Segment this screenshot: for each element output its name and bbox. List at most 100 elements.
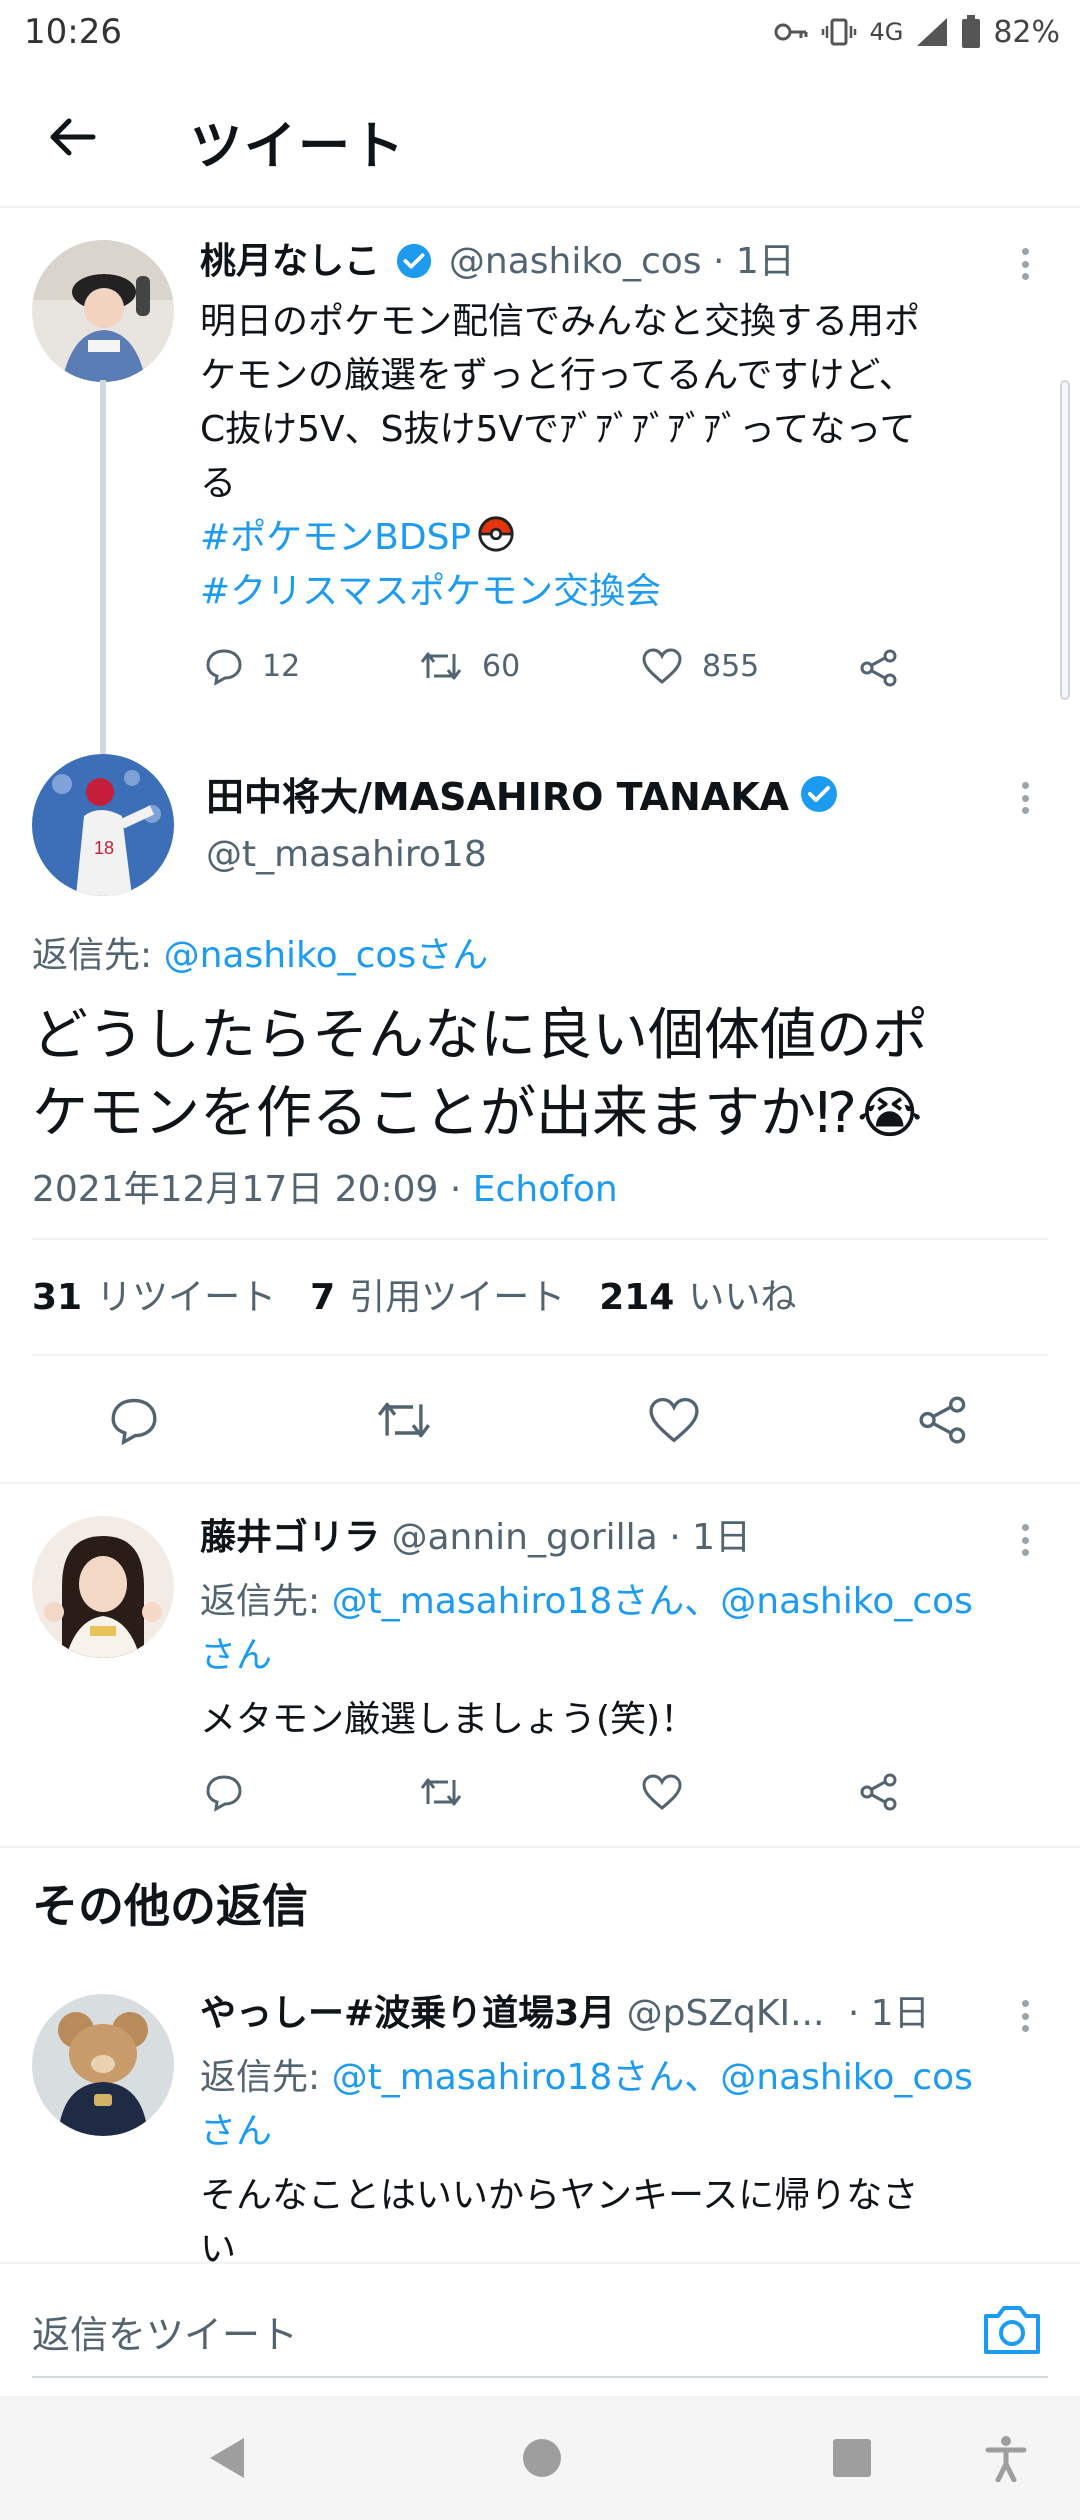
reply-action[interactable]: 12 bbox=[204, 646, 300, 686]
camera-button[interactable] bbox=[980, 2302, 1044, 2358]
display-name[interactable]: 田中将大/MASAHIRO TANAKA bbox=[206, 766, 789, 821]
avatar-yasshi[interactable] bbox=[32, 1994, 174, 2136]
retweets-count: 31 bbox=[32, 1277, 83, 1318]
tweet-age: · 1日 bbox=[713, 241, 795, 282]
more-options-button[interactable] bbox=[1010, 1996, 1040, 2036]
main-tweet-text: ケモンを作ることが出来ますか⁉︎ bbox=[32, 1081, 858, 1146]
author-handle[interactable]: @annin_gorilla bbox=[391, 1517, 657, 1558]
reply-action[interactable] bbox=[204, 1772, 244, 1812]
nav-back-button[interactable] bbox=[204, 2434, 248, 2486]
author-handle[interactable]: @nashiko_cos bbox=[449, 241, 702, 282]
likes-label: いいね bbox=[688, 1277, 797, 1318]
more-replies-heading: その他の返信 bbox=[32, 1879, 308, 1933]
battery-icon bbox=[962, 15, 981, 48]
retweet-icon bbox=[420, 652, 462, 680]
back-button[interactable] bbox=[36, 101, 108, 173]
reply-to-prefix: 返信先: bbox=[200, 1581, 332, 1622]
share-action[interactable] bbox=[858, 1772, 900, 1812]
reply-count: 12 bbox=[262, 648, 301, 684]
reply-to-prefix: 返信先: bbox=[32, 935, 164, 976]
crying-face-icon: 😭 bbox=[857, 1081, 923, 1146]
reply-icon bbox=[111, 1398, 157, 1446]
tweet-age: · 1日 bbox=[847, 1993, 930, 2034]
like-action[interactable]: 855 bbox=[640, 646, 759, 686]
share-icon bbox=[860, 1773, 897, 1811]
vpn-key-icon bbox=[774, 23, 808, 41]
author-handle[interactable]: @t_masahiro18 bbox=[206, 834, 487, 875]
author-handle[interactable]: @pSZqKI... bbox=[627, 1993, 825, 2034]
avatar-gorilla[interactable] bbox=[32, 1516, 174, 1658]
avatar-tanaka[interactable]: 18 bbox=[32, 754, 174, 896]
author-name[interactable]: 田中将大/MASAHIRO TANAKA bbox=[206, 766, 839, 821]
heart-icon bbox=[649, 1397, 699, 1443]
avatar-nashiko[interactable] bbox=[32, 240, 174, 382]
heart-icon bbox=[642, 1774, 682, 1810]
nav-home-button[interactable] bbox=[520, 2434, 564, 2486]
status-time: 10:26 bbox=[24, 12, 122, 52]
scrollbar[interactable] bbox=[1060, 380, 1070, 700]
battery-level: 82% bbox=[993, 14, 1060, 50]
retweet-count: 60 bbox=[482, 648, 521, 684]
reply-to-suffix[interactable]: さん bbox=[200, 1626, 272, 1678]
retweet-action[interactable]: 60 bbox=[418, 646, 520, 686]
divider bbox=[32, 1354, 1048, 1356]
square-recents-icon bbox=[833, 2439, 871, 2477]
reply-header: やっしー#波乗り道場3月 @pSZqKI... · 1日 bbox=[200, 1990, 930, 2038]
accessibility-button[interactable] bbox=[984, 2434, 1028, 2486]
hashtag-link[interactable]: #クリスマスポケモン交換会 bbox=[200, 562, 661, 614]
status-bar: 10:26 4G 82% bbox=[0, 0, 1080, 66]
like-action[interactable] bbox=[640, 1772, 684, 1812]
author-name[interactable]: 桃月なしこ bbox=[200, 241, 380, 282]
camera-icon bbox=[984, 2306, 1040, 2354]
tweet-text-line: る bbox=[200, 463, 237, 504]
pokeball-icon bbox=[478, 516, 514, 552]
likes-count: 214 bbox=[599, 1277, 675, 1318]
retweet-icon bbox=[377, 1402, 431, 1438]
author-name[interactable]: やっしー#波乗り道場3月 bbox=[200, 1993, 615, 2034]
reply-input[interactable]: 返信をツイート bbox=[32, 2304, 298, 2359]
meta-separator: · bbox=[449, 1169, 462, 1210]
triangle-back-icon bbox=[210, 2438, 244, 2478]
retweet-action[interactable] bbox=[418, 1772, 464, 1812]
like-action[interactable] bbox=[646, 1394, 702, 1446]
vibrate-icon bbox=[822, 18, 857, 46]
quotes-stat[interactable]: 7 引用ツイート bbox=[310, 1268, 565, 1320]
reply-action[interactable] bbox=[108, 1394, 160, 1446]
reply-to-line: 返信先: @nashiko_cosさん bbox=[32, 926, 488, 978]
tweet-stats: 31 リツイート 7 引用ツイート 214 いいね bbox=[32, 1268, 796, 1320]
share-action[interactable] bbox=[916, 1394, 970, 1446]
share-action[interactable] bbox=[858, 648, 900, 688]
retweets-stat[interactable]: 31 リツイート bbox=[32, 1268, 276, 1320]
nav-recents-button[interactable] bbox=[830, 2434, 874, 2486]
divider bbox=[0, 1482, 1080, 1484]
tweet-text-line: C抜け5V、S抜け5Vでｱﾞｱﾞｱﾞｱﾞｱﾞってなって bbox=[200, 409, 916, 450]
more-options-button[interactable] bbox=[1010, 1520, 1040, 1560]
parent-tweet-header: 桃月なしこ @nashiko_cos · 1日 bbox=[200, 238, 795, 286]
hashtag-link[interactable]: #ポケモンBDSP bbox=[200, 508, 471, 560]
system-nav-bar bbox=[0, 2396, 1080, 2520]
like-count: 855 bbox=[702, 648, 760, 684]
accessibility-icon bbox=[985, 2436, 1027, 2483]
reply-to-line: 返信先: @t_masahiro18さん、@nashiko_cos bbox=[200, 2048, 973, 2100]
retweet-icon bbox=[420, 1778, 462, 1806]
reply-to-handles[interactable]: @t_masahiro18さん、@nashiko_cos bbox=[332, 1581, 973, 1622]
reply-to-handle[interactable]: @nashiko_cosさん bbox=[164, 935, 489, 976]
app-header: ツイート bbox=[0, 66, 1080, 208]
quotes-count: 7 bbox=[310, 1277, 336, 1318]
quotes-label: 引用ツイート bbox=[349, 1277, 566, 1318]
more-options-button[interactable] bbox=[1010, 778, 1040, 818]
retweet-action[interactable] bbox=[374, 1394, 434, 1446]
reply-to-suffix[interactable]: さん bbox=[200, 2102, 272, 2154]
tweet-date: 2021年12月17日 20:09 bbox=[32, 1169, 439, 1210]
share-icon bbox=[860, 649, 897, 687]
more-options-button[interactable] bbox=[1010, 244, 1040, 284]
reply-input-underline bbox=[32, 2376, 1048, 2378]
author-name[interactable]: 藤井ゴリラ bbox=[200, 1517, 380, 1558]
divider bbox=[32, 1238, 1048, 1240]
network-type: 4G bbox=[869, 18, 904, 46]
reply-to-handles[interactable]: @t_masahiro18さん、@nashiko_cos bbox=[332, 2057, 973, 2098]
reply-compose-bar: 返信をツイート bbox=[0, 2262, 1080, 2396]
likes-stat[interactable]: 214 いいね bbox=[599, 1268, 796, 1320]
tweet-client[interactable]: Echofon bbox=[473, 1169, 618, 1210]
reply-to-line: 返信先: @t_masahiro18さん、@nashiko_cos bbox=[200, 1572, 973, 1624]
